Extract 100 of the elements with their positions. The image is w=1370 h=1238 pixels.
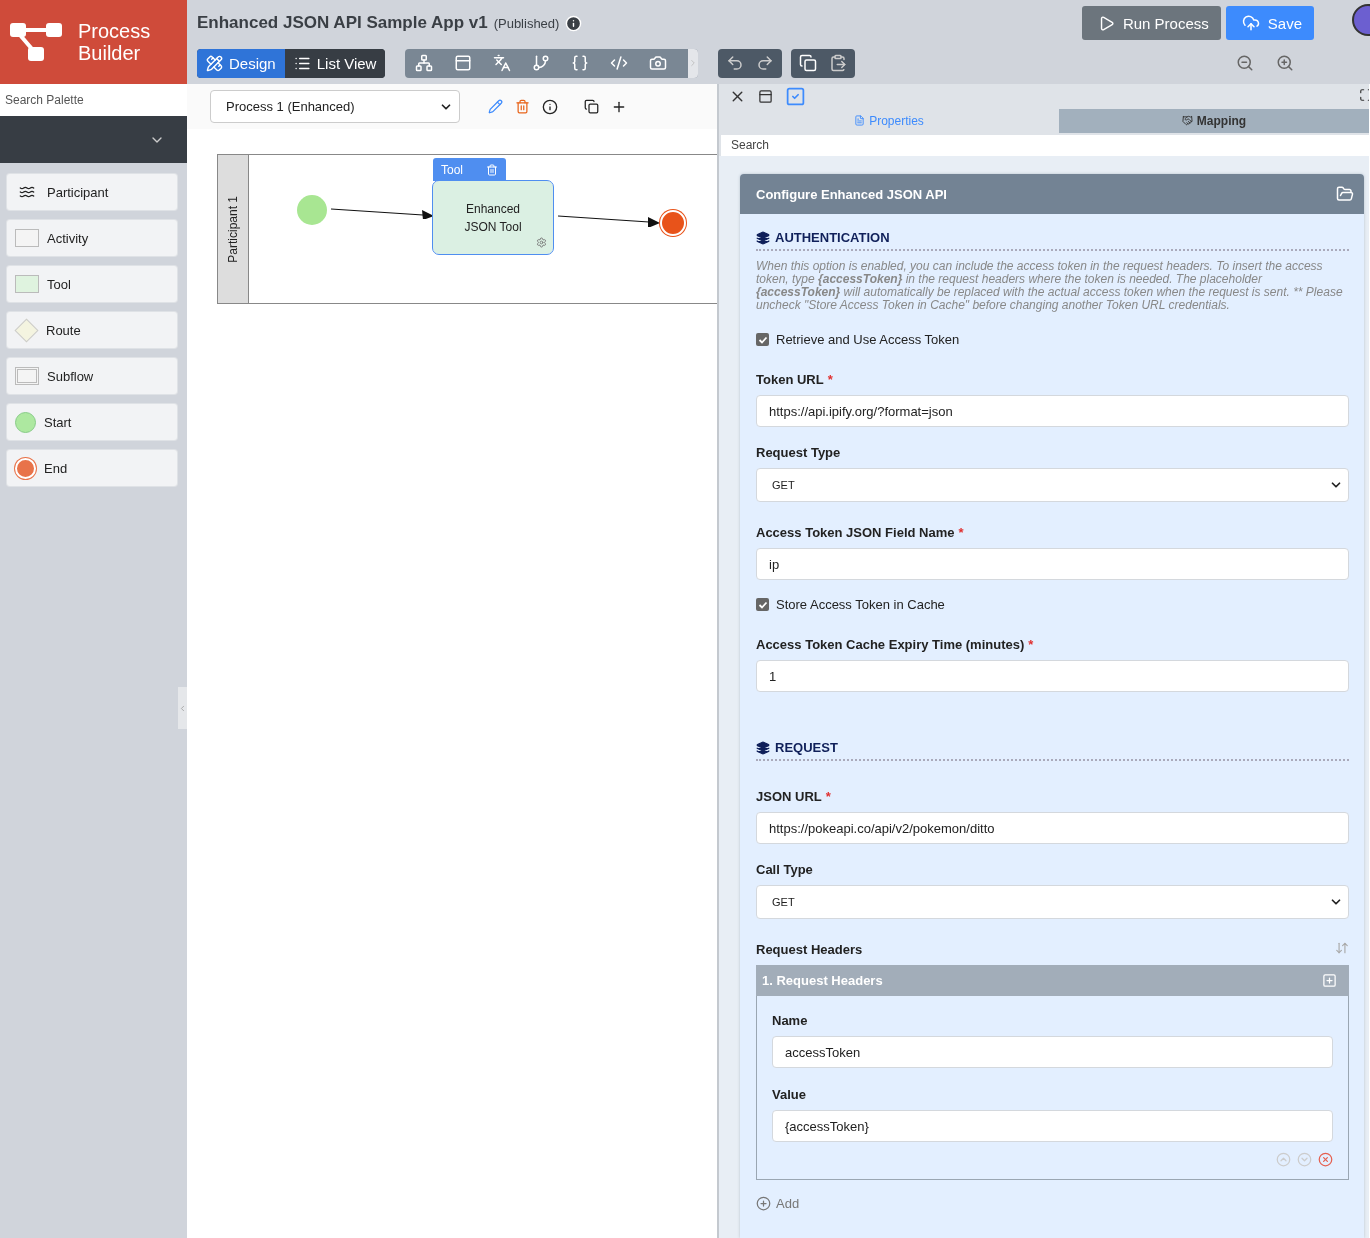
palette-item[interactable]: Activity — [7, 220, 177, 256]
panel-tab[interactable]: Mapping — [1059, 109, 1369, 133]
trash-icon — [515, 99, 530, 114]
status-label: (Published) — [493, 15, 560, 31]
collapse-handle[interactable] — [178, 687, 187, 729]
end-event[interactable] — [660, 210, 686, 236]
branch-icon — [532, 54, 551, 72]
checkbox[interactable] — [756, 333, 769, 346]
required-asterisk: * — [827, 371, 833, 388]
field-label: Request Type — [756, 444, 841, 461]
required-asterisk: * — [958, 524, 964, 541]
zoom-out-icon — [1236, 54, 1254, 72]
process-dropdown[interactable]: Process 1 (Enhanced) — [210, 90, 460, 123]
node-tag-label: Tool — [441, 162, 463, 177]
section-heading: AUTHENTICATION — [775, 230, 890, 245]
palette-item[interactable]: Participant — [7, 174, 177, 210]
start-event[interactable] — [297, 195, 327, 225]
field-label: Call Type — [756, 861, 813, 878]
paste-icon — [829, 54, 848, 72]
lane-label: Participant 1 — [226, 195, 240, 263]
search-field[interactable]: Search — [721, 134, 1369, 156]
palette-item[interactable]: Subflow — [7, 358, 177, 394]
required-asterisk: * — [825, 788, 831, 805]
field-label: JSON URL — [756, 788, 822, 805]
palette-item-label: Start — [44, 414, 72, 430]
form-title: Configure Enhanced JSON API — [756, 186, 947, 202]
text-field[interactable]: {accessToken} — [772, 1110, 1333, 1142]
grid-row-title: 1. Request Headers — [762, 973, 883, 988]
plus-circle-icon — [756, 1196, 771, 1211]
copy-icon — [584, 99, 599, 114]
palette-item[interactable]: Route — [7, 312, 177, 348]
move-up-icon — [1276, 1152, 1291, 1167]
code-icon — [610, 54, 629, 72]
section-description: When this option is enabled, you can include the access token in the request headers. To insert the access token, type {accessToken} in the request headers where the token is needed. The placeholder {accessToken} will automatically be replaced with the actual access token when the request is sent. ** Please uncheck "Store Access Token in Cache" before changing another Token URL credentials. — [756, 260, 1344, 312]
palette-item-label: Subflow — [47, 368, 94, 384]
gear-icon — [536, 237, 547, 248]
field-label: Name — [772, 1012, 808, 1029]
checkbox-label: Store Access Token in Cache — [776, 597, 945, 612]
text-field[interactable]: ip — [756, 548, 1349, 580]
layers-icon — [756, 740, 770, 755]
app-title: Enhanced JSON API Sample App v1 — [197, 13, 488, 33]
palette-item-label: Activity — [47, 230, 89, 246]
tool-shape-icon — [15, 275, 39, 293]
checkbox-icon — [785, 86, 806, 108]
view-tab[interactable]: Design — [197, 48, 285, 78]
run-button[interactable]: Run Process — [1081, 6, 1221, 40]
undo-icon — [726, 54, 745, 72]
tool-node[interactable]: Enhanced JSON Tool — [433, 181, 553, 254]
maximize-icon — [1359, 87, 1369, 102]
trash-icon — [486, 163, 498, 176]
checkbox-label: Retrieve and Use Access Token — [776, 332, 960, 347]
activity-shape-icon — [15, 229, 39, 247]
folder-icon — [1336, 185, 1354, 203]
translate-icon — [493, 54, 512, 72]
field-label: Access Token Cache Expiry Time (minutes) — [756, 636, 1025, 653]
redo-icon — [756, 54, 775, 72]
palette-item[interactable]: End — [7, 450, 177, 486]
hierarchy-icon — [415, 54, 434, 72]
copy-icon — [799, 54, 818, 72]
text-field[interactable]: https://api.ipify.org/?format=json — [756, 395, 1349, 427]
palette-item-label: Tool — [47, 276, 71, 292]
start-circle-icon — [15, 411, 36, 433]
required-asterisk: * — [1028, 636, 1034, 653]
pencil-icon — [488, 99, 503, 114]
section-heading: REQUEST — [775, 740, 838, 755]
dropdown-field[interactable]: GET — [756, 468, 1349, 502]
zoom-in-icon — [1276, 54, 1294, 72]
pencil-ruler-icon — [206, 54, 223, 72]
field-label: Request Headers — [756, 941, 863, 958]
sort-icon — [1335, 941, 1349, 955]
text-field[interactable]: accessToken — [772, 1036, 1333, 1068]
camera-icon — [649, 54, 668, 72]
palette-item[interactable]: Start — [7, 404, 177, 440]
info-icon — [542, 98, 558, 115]
end-circle-icon — [15, 457, 36, 479]
checkbox[interactable] — [756, 598, 769, 611]
text-field[interactable]: 1 — [756, 660, 1349, 692]
search-field[interactable]: Search Palette — [0, 84, 187, 116]
palette-item-label: Participant — [47, 184, 109, 200]
logo-icon — [10, 21, 62, 63]
cloud-upload-icon — [1241, 14, 1260, 32]
swimmer-icon — [19, 184, 35, 200]
add-button[interactable]: Add — [756, 1196, 800, 1211]
remove-icon — [1318, 1152, 1333, 1167]
panel-icon — [758, 89, 773, 105]
subflow-shape-icon — [15, 367, 39, 385]
panel-icon — [454, 54, 473, 72]
braces-icon — [571, 54, 590, 72]
app-name: Process Builder — [78, 20, 152, 64]
handshake-icon — [1181, 115, 1193, 127]
palette-item-label: Route — [46, 322, 81, 338]
field-label: Access Token JSON Field Name — [756, 524, 955, 541]
palette-item[interactable]: Tool — [7, 266, 177, 302]
field-label: Value — [772, 1086, 806, 1103]
info-icon — [565, 14, 583, 32]
layers-icon — [756, 230, 770, 245]
text-field[interactable]: https://pokeapi.co/api/v2/pokemon/ditto — [756, 812, 1349, 844]
document-icon — [854, 115, 866, 127]
palette-item-label: End — [44, 460, 68, 476]
dropdown-field[interactable]: GET — [756, 885, 1349, 919]
